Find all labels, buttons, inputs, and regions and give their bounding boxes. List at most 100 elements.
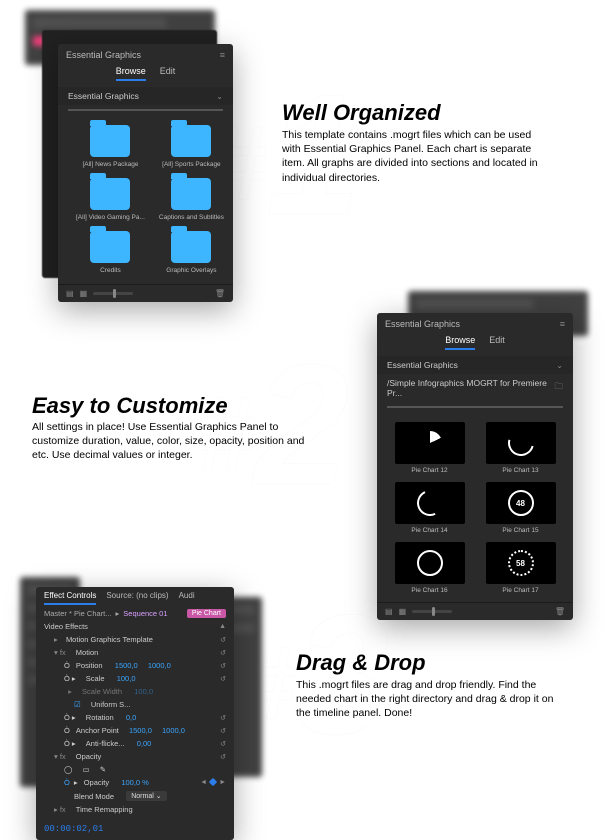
- folder-item[interactable]: [All] Sports Package: [159, 125, 224, 168]
- fx-row[interactable]: ▾ fx Motion↺: [36, 646, 234, 659]
- fx-value[interactable]: 100,0: [117, 674, 136, 683]
- search-row: [377, 402, 573, 414]
- thumb-label: Pie Chart 17: [502, 587, 538, 594]
- fx-value[interactable]: 0,00: [137, 739, 152, 748]
- path-row[interactable]: /Simple Infographics MOGRT for Premiere …: [377, 374, 573, 402]
- view-grid-icon[interactable]: ▦: [399, 607, 407, 616]
- fx-row[interactable]: ▸ Motion Graphics Template↺: [36, 633, 234, 646]
- essential-graphics-panel-1: Essential Graphics ≡ Browse Edit Essenti…: [58, 44, 233, 302]
- folder-icon: [90, 178, 130, 210]
- fx-antiflicker-row[interactable]: Ò ▸ Anti-flicke... 0,00↺: [36, 737, 234, 750]
- delete-icon[interactable]: 🗑: [555, 607, 565, 616]
- video-effects-header: Video Effects ▲: [36, 620, 234, 633]
- search-row: [58, 105, 233, 117]
- fx-value[interactable]: 1500,0: [129, 726, 152, 735]
- fx-label: Time Remapping: [76, 805, 133, 814]
- folder-label: Captions and Subtitles: [159, 214, 224, 221]
- section3-body: This .mogrt files are drag and drop frie…: [296, 678, 561, 721]
- fx-uniform-row[interactable]: ☑ Uniform S...: [36, 698, 234, 711]
- folder-icon: [90, 125, 130, 157]
- fx-scale-row[interactable]: Ò ▸ Scale 100,0↺: [36, 672, 234, 685]
- panel-menu-icon[interactable]: ≡: [220, 50, 225, 60]
- fx-label: Uniform S...: [91, 700, 131, 709]
- folder-label: Graphic Overlays: [166, 267, 216, 274]
- folder-item[interactable]: Credits: [76, 231, 145, 274]
- tab-browse[interactable]: Browse: [445, 335, 475, 350]
- folder-selector[interactable]: Essential Graphics ⌄: [58, 87, 233, 105]
- panel-tabs: Browse Edit: [58, 62, 233, 87]
- folder-item[interactable]: [All] News Package: [76, 125, 145, 168]
- fx-rotation-row[interactable]: Ò ▸ Rotation 0,0↺: [36, 711, 234, 724]
- folder-item[interactable]: Captions and Subtitles: [159, 178, 224, 221]
- ring-value: 58: [516, 559, 525, 568]
- fx-value[interactable]: 100,0 %: [121, 778, 149, 787]
- tab-effect-controls[interactable]: Effect Controls: [44, 591, 96, 605]
- folder-label: [All] Sports Package: [162, 161, 221, 168]
- fx-label: Anchor Point: [76, 726, 119, 735]
- chart-thumb[interactable]: Pie Chart 13: [480, 422, 561, 474]
- clip-chip-icon: ▲: [219, 623, 226, 630]
- chart-thumb[interactable]: Pie Chart 12: [389, 422, 470, 474]
- thumb-size-slider[interactable]: [412, 610, 452, 613]
- fx-scale-width-row: ▸ Scale Width 100,0: [36, 685, 234, 698]
- pie-ring-icon: 58: [508, 550, 534, 576]
- thumbs-grid: Pie Chart 12 Pie Chart 13 Pie Chart 14 4…: [377, 414, 573, 602]
- clip-chip: Pie Chart: [187, 609, 226, 618]
- panel-tabs: Browse Edit: [377, 331, 573, 356]
- chart-thumb[interactable]: Pie Chart 16: [389, 542, 470, 594]
- panel-footer: ▤ ▦ 🗑: [377, 602, 573, 620]
- fx-tabs: Effect Controls Source: (no clips) Audi: [36, 587, 234, 605]
- section2-title: Easy to Customize: [32, 393, 228, 419]
- fx-opacity-row[interactable]: ▾ fx Opacity↺: [36, 750, 234, 763]
- fx-label: Motion: [76, 648, 99, 657]
- fx-label: Anti-flicke...: [86, 739, 125, 748]
- effect-controls-panel: Effect Controls Source: (no clips) Audi …: [36, 587, 234, 840]
- tab-source[interactable]: Source: (no clips): [106, 591, 168, 605]
- delete-icon[interactable]: 🗑: [215, 289, 225, 298]
- folder-selector[interactable]: Essential Graphics ⌄: [377, 356, 573, 374]
- thumb-size-slider[interactable]: [93, 292, 133, 295]
- folder-selector-label: Essential Graphics: [68, 91, 139, 101]
- view-grid-icon[interactable]: ▦: [80, 289, 88, 298]
- fx-opacity-val-row[interactable]: Ò ▸ Opacity 100,0 %◄ ►: [36, 776, 234, 789]
- fx-value[interactable]: 0,0: [126, 713, 136, 722]
- folder-selector-label: Essential Graphics: [387, 360, 458, 370]
- ellipse-mask-icon[interactable]: ◯: [64, 765, 72, 774]
- panel-title-row: Essential Graphics ≡: [377, 313, 573, 331]
- fx-position-row[interactable]: Ò Position 1500,0 1000,0↺: [36, 659, 234, 672]
- folders-grid: [All] News Package [All] Sports Package …: [58, 117, 233, 284]
- tab-audio[interactable]: Audi: [179, 591, 195, 605]
- fx-anchor-row[interactable]: Ò Anchor Point 1500,0 1000,0↺: [36, 724, 234, 737]
- thumb-label: Pie Chart 16: [411, 587, 447, 594]
- view-list-icon[interactable]: ▤: [385, 607, 393, 616]
- keyframe-icon[interactable]: [209, 778, 217, 786]
- chart-thumb[interactable]: 48Pie Chart 15: [480, 482, 561, 534]
- view-list-icon[interactable]: ▤: [66, 289, 74, 298]
- section3-title: Drag & Drop: [296, 650, 426, 676]
- blend-select[interactable]: Normal ⌄: [126, 791, 166, 801]
- fx-value[interactable]: 1000,0: [162, 726, 185, 735]
- tab-edit[interactable]: Edit: [160, 66, 176, 81]
- fx-label: Scale Width: [82, 687, 122, 696]
- chart-thumb[interactable]: 58 Pie Chart 17: [480, 542, 561, 594]
- thumb-label: Pie Chart 13: [502, 467, 538, 474]
- folder-item[interactable]: Graphic Overlays: [159, 231, 224, 274]
- panel-menu-icon[interactable]: ≡: [560, 319, 565, 329]
- fx-value[interactable]: 1500,0: [115, 661, 138, 670]
- chart-thumb[interactable]: Pie Chart 14: [389, 482, 470, 534]
- thumb-label: Pie Chart 15: [502, 527, 538, 534]
- section1-body: This template contains .mogrt files whic…: [282, 128, 542, 185]
- timecode: 00:00:02,01: [36, 816, 234, 840]
- fx-value[interactable]: 1000,0: [148, 661, 171, 670]
- pen-mask-icon[interactable]: ✎: [100, 765, 106, 774]
- fx-timeremap-row[interactable]: ▸ fx Time Remapping: [36, 803, 234, 816]
- sequence-link[interactable]: Sequence 01: [123, 609, 167, 618]
- pie-ring-icon: [413, 486, 446, 519]
- fx-blendmode-row[interactable]: Blend Mode Normal ⌄: [36, 789, 234, 803]
- tab-edit[interactable]: Edit: [489, 335, 505, 350]
- folder-item[interactable]: [All] Video Gaming Pa...: [76, 178, 145, 221]
- pie-wedge-icon: [418, 431, 442, 455]
- tab-browse[interactable]: Browse: [116, 66, 146, 81]
- rect-mask-icon[interactable]: ▭: [83, 765, 90, 774]
- fx-mask-icons[interactable]: ◯ ▭ ✎: [36, 763, 234, 776]
